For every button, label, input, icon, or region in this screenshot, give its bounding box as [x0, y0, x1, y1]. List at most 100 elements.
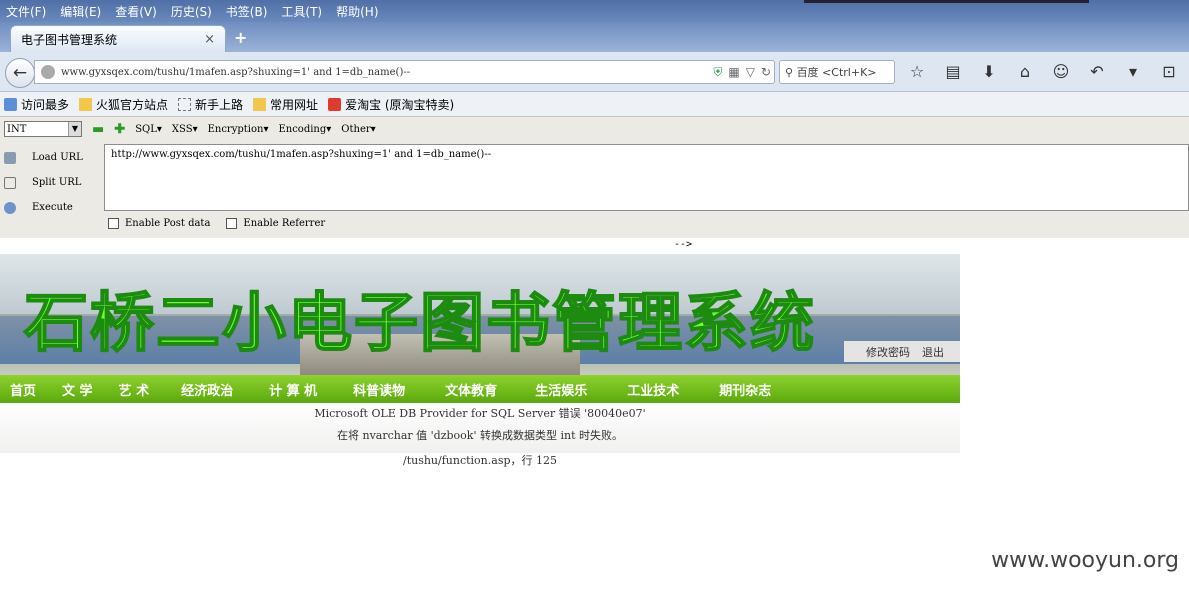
- minus-icon[interactable]: ▬: [92, 122, 104, 137]
- split-url-label: Split URL: [32, 177, 82, 188]
- menu-bookmarks[interactable]: 书签(B): [226, 3, 268, 20]
- error-title: Microsoft OLE DB Provider for SQL Server…: [314, 407, 646, 420]
- bookmark-label: 访问最多: [21, 97, 70, 112]
- tab-close-icon[interactable]: ×: [204, 32, 215, 47]
- dropdown-icon[interactable]: ▽: [746, 65, 755, 79]
- watermark: www.wooyun.org: [991, 548, 1179, 573]
- plus-icon[interactable]: ✚: [114, 122, 125, 137]
- menu-history[interactable]: 历史(S): [171, 3, 212, 20]
- home-icon[interactable]: ⌂: [1014, 62, 1036, 81]
- new-tab-button[interactable]: +: [234, 28, 247, 47]
- enable-post-label: Enable Post data: [125, 218, 211, 229]
- undo-dropdown-icon[interactable]: ▾: [1122, 62, 1144, 81]
- error-message-box: Microsoft OLE DB Provider for SQL Server…: [0, 403, 960, 453]
- tab-strip: 电子图书管理系统 ×: [0, 22, 1189, 52]
- nav-periodicals[interactable]: 期刊杂志: [719, 380, 771, 399]
- undo-icon[interactable]: ↶: [1086, 62, 1108, 81]
- back-arrow-icon: ←: [12, 63, 28, 83]
- chat-icon[interactable]: ☺: [1050, 62, 1072, 81]
- scissors-icon: [4, 176, 16, 189]
- qr-code-icon[interactable]: ▦: [728, 65, 739, 79]
- bookmark-getting-started[interactable]: 新手上路: [178, 96, 243, 113]
- folder-icon: [79, 97, 93, 111]
- nav-literature[interactable]: 文 学: [62, 380, 93, 399]
- logout-link[interactable]: 退出: [922, 344, 944, 360]
- url-bar[interactable]: www.gyxsqex.com/tushu/1mafen.asp?shuxing…: [34, 60, 775, 84]
- nav-computer[interactable]: 计 算 机: [269, 380, 317, 399]
- hackbar-url-textarea[interactable]: http://www.gyxsqex.com/tushu/1mafen.asp?…: [104, 144, 1189, 211]
- menu-xss[interactable]: XSS▾: [172, 124, 198, 135]
- reading-list-icon[interactable]: ▤: [942, 62, 964, 81]
- bookmark-common-sites[interactable]: 常用网址: [253, 96, 318, 113]
- reload-icon[interactable]: ↻: [761, 65, 771, 79]
- menu-view[interactable]: 查看(V): [115, 3, 157, 20]
- bookmark-label: 火狐官方站点: [96, 97, 169, 112]
- search-placeholder: 百度 <Ctrl+K>: [796, 66, 877, 79]
- change-password-link[interactable]: 修改密码: [866, 344, 910, 360]
- menu-encoding[interactable]: Encoding▾: [278, 124, 331, 135]
- menu-tools[interactable]: 工具(T): [281, 3, 322, 20]
- menu-encryption[interactable]: Encryption▾: [208, 124, 269, 135]
- navigation-toolbar: ← www.gyxsqex.com/tushu/1mafen.asp?shuxi…: [0, 52, 1189, 92]
- bookmark-star-icon[interactable]: ☆: [906, 62, 928, 81]
- download-icon[interactable]: ⬇: [978, 62, 1000, 81]
- type-select-value: INT: [7, 123, 27, 135]
- execute-button[interactable]: Execute: [4, 195, 104, 220]
- load-icon: [4, 151, 16, 164]
- nav-sports-education[interactable]: 文体教育: [445, 380, 497, 399]
- hackbar-options: Enable Post data Enable Referrer: [108, 218, 325, 229]
- error-location: /tushu/function.asp，行 125: [402, 454, 557, 467]
- bookmark-label: 新手上路: [195, 97, 244, 112]
- crop-icon[interactable]: ⊡: [1158, 62, 1180, 81]
- hackbar-panel: INT ▼ ▬ ✚ SQL▾ XSS▾ Encryption▾ Encoding▾…: [0, 116, 1189, 238]
- split-url-button[interactable]: Split URL: [4, 170, 104, 195]
- type-select[interactable]: INT ▼: [4, 121, 82, 137]
- bookmark-most-visited[interactable]: 访问最多: [4, 96, 69, 113]
- back-button[interactable]: ←: [5, 58, 35, 88]
- menu-edit[interactable]: 编辑(E): [60, 3, 101, 20]
- bookmark-firefox-official[interactable]: 火狐官方站点: [79, 96, 168, 113]
- site-nav: 首页 文 学 艺 术 经济政治 计 算 机 科普读物 文体教育 生活娱乐 工业技…: [0, 375, 960, 403]
- url-text[interactable]: www.gyxsqex.com/tushu/1mafen.asp?shuxing…: [61, 67, 710, 78]
- folder-icon: [253, 97, 267, 111]
- nav-art[interactable]: 艺 术: [119, 380, 150, 399]
- nav-home[interactable]: 首页: [10, 380, 36, 399]
- nav-science[interactable]: 科普读物: [353, 380, 405, 399]
- nav-life-entertainment[interactable]: 生活娱乐: [535, 380, 587, 399]
- site-banner: 石桥二小电子图书管理系统 修改密码 退出: [0, 254, 960, 375]
- tab-active[interactable]: 电子图书管理系统 ×: [10, 25, 226, 52]
- search-icon: ⚲: [785, 65, 797, 79]
- play-icon: [4, 201, 16, 214]
- taobao-icon: [328, 97, 342, 111]
- load-url-label: Load URL: [32, 152, 83, 163]
- banner-user-links: 修改密码 退出: [844, 341, 960, 362]
- search-box[interactable]: ⚲ 百度 <Ctrl+K>: [779, 60, 895, 84]
- menu-sql[interactable]: SQL▾: [135, 124, 162, 135]
- load-url-button[interactable]: Load URL: [4, 145, 104, 170]
- hackbar-actions: Load URL Split URL Execute: [4, 145, 104, 220]
- execute-label: Execute: [32, 202, 73, 213]
- menu-other[interactable]: Other▾: [341, 124, 375, 135]
- enable-referrer-label: Enable Referrer: [243, 218, 326, 229]
- globe-icon: [41, 65, 55, 79]
- menu-help[interactable]: 帮助(H): [336, 3, 378, 20]
- nav-economy-politics[interactable]: 经济政治: [181, 380, 233, 399]
- hackbar-toolbar: INT ▼ ▬ ✚ SQL▾ XSS▾ Encryption▾ Encoding▾…: [4, 121, 376, 137]
- page-icon: [178, 97, 192, 111]
- checkbox-box: [108, 218, 119, 229]
- checkbox-box: [226, 218, 238, 229]
- select-arrow-icon: ▼: [68, 122, 81, 136]
- banner-title: 石桥二小电子图书管理系统: [23, 286, 816, 362]
- enable-post-checkbox[interactable]: Enable Post data: [108, 218, 210, 229]
- enable-referrer-checkbox[interactable]: Enable Referrer: [226, 218, 325, 229]
- menu-file[interactable]: 文件(F): [6, 3, 46, 20]
- stray-comment-text: -->: [674, 239, 693, 250]
- nav-industry-tech[interactable]: 工业技术: [627, 380, 679, 399]
- tab-title: 电子图书管理系统: [21, 32, 118, 47]
- most-visited-icon: [4, 97, 17, 111]
- window-frame-edge: [804, 0, 1089, 3]
- shield-icon[interactable]: ⛨: [713, 65, 722, 80]
- bookmark-label: 常用网址: [270, 97, 319, 112]
- bookmark-aitaobao[interactable]: 爱淘宝 (原淘宝特卖): [328, 96, 454, 113]
- toolbar-icons: ☆ ▤ ⬇ ⌂ ☺ ↶ ▾ ⊡ ▾: [906, 62, 1189, 81]
